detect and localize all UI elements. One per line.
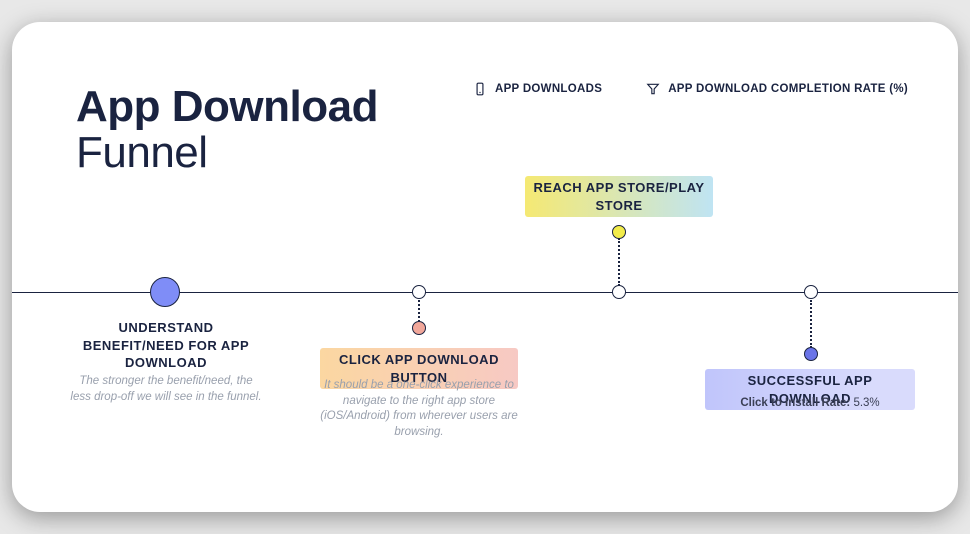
rate-value: 5.3% [853, 397, 879, 409]
title-block: App Download Funnel [76, 84, 378, 176]
stage-4-node [804, 285, 818, 299]
stage-4-rate: Click to Install Rate: 5.3% [705, 396, 915, 412]
stage-2-desc: It should be a one-click experience to n… [320, 378, 518, 440]
funnel-card: App Download Funnel APP DOWNLOADS APP DO… [12, 22, 958, 512]
rate-label: Click to Install Rate: [740, 397, 853, 409]
stage-2-subnode [412, 321, 426, 335]
stage-1-node [150, 277, 180, 307]
stage-3-node [612, 285, 626, 299]
stage-2-connector [418, 300, 420, 322]
stage-2-node [412, 285, 426, 299]
stage-4-connector [810, 300, 812, 348]
metric-app-downloads: APP DOWNLOADS [473, 82, 602, 96]
stage-3-connector [618, 238, 620, 286]
stage-1-title: UNDERSTAND BENEFIT/NEED FOR APP DOWNLOAD [70, 316, 262, 375]
phone-icon [473, 82, 487, 96]
metrics-row: APP DOWNLOADS APP DOWNLOAD COMPLETION RA… [473, 82, 908, 96]
funnel-icon [646, 82, 660, 96]
metric-label: APP DOWNLOADS [495, 83, 602, 95]
stage-3-subnode [612, 225, 626, 239]
title-light: Funnel [76, 130, 378, 176]
metric-label: APP DOWNLOAD COMPLETION RATE (%) [668, 83, 908, 95]
metric-completion-rate: APP DOWNLOAD COMPLETION RATE (%) [646, 82, 908, 96]
stage-1-desc: The stronger the benefit/need, the less … [70, 374, 262, 405]
stage-3-title: REACH APP STORE/PLAY STORE [525, 176, 713, 217]
stage-4-subnode [804, 347, 818, 361]
title-bold: App Download [76, 84, 378, 130]
